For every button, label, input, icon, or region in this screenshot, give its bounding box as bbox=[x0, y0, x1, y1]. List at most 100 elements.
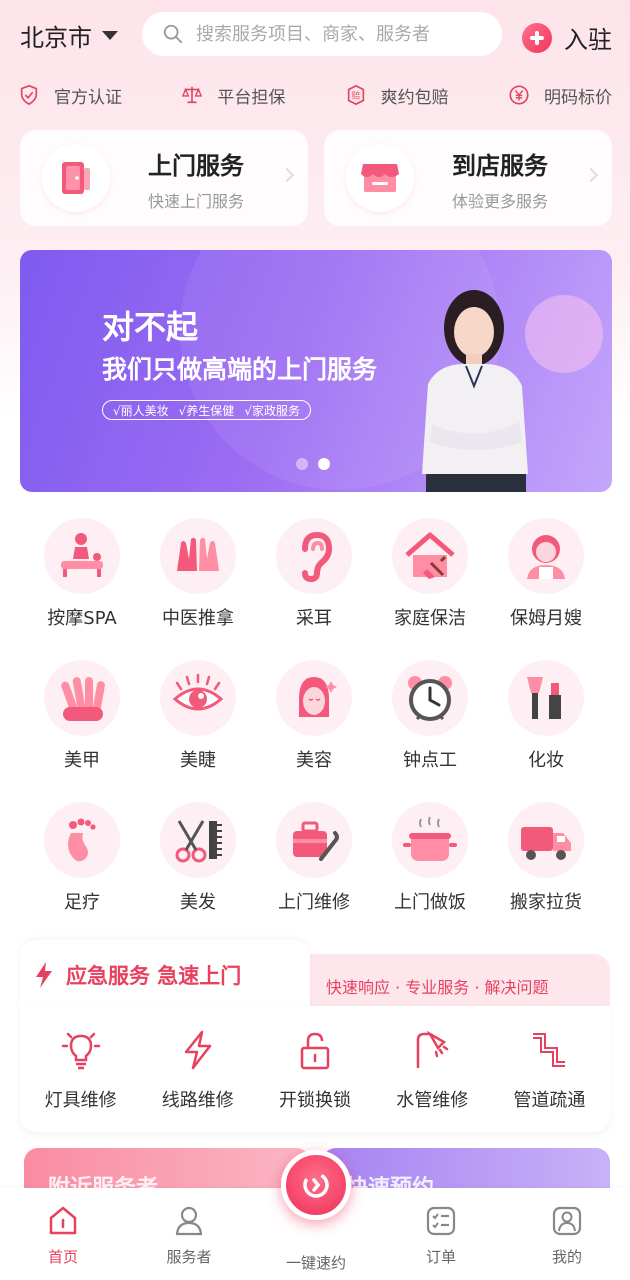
nav-label: 服务者 bbox=[166, 1248, 212, 1266]
category-beauty[interactable]: 美容 bbox=[256, 660, 372, 772]
feature-official-cert: 官方认证 bbox=[18, 80, 122, 110]
emergency-label: 管道疏通 bbox=[513, 1090, 586, 1111]
city-label: 北京市 bbox=[20, 24, 92, 52]
search-bar[interactable] bbox=[142, 12, 502, 56]
banner-person-illustration bbox=[422, 290, 528, 492]
city-selector[interactable]: 北京市 bbox=[20, 18, 118, 53]
category-label: 中医推拿 bbox=[162, 608, 234, 629]
category-foot-therapy[interactable]: 足疗 bbox=[24, 802, 140, 914]
toolbox-icon bbox=[276, 802, 352, 878]
person-icon bbox=[175, 1206, 203, 1236]
emergency-slogan: 快速响应 · 专业服务 · 解决问题 bbox=[326, 978, 549, 997]
emergency-drain-clearing[interactable]: 管道疏通 bbox=[491, 1006, 608, 1132]
nav-label: 我的 bbox=[551, 1248, 582, 1266]
nail-icon bbox=[44, 660, 120, 736]
category-label: 美容 bbox=[296, 750, 332, 771]
category-nanny[interactable]: 保姆月嫂 bbox=[488, 518, 604, 630]
feature-label: 平台担保 bbox=[217, 87, 286, 108]
category-label: 钟点工 bbox=[403, 750, 457, 771]
foot-icon bbox=[44, 802, 120, 878]
compensation-icon: 赔 bbox=[347, 84, 364, 106]
truck-icon bbox=[508, 802, 584, 878]
home-service-card[interactable]: 上门服务 快速上门服务 bbox=[20, 130, 308, 226]
emergency-section: 应急服务 急速上门 快速响应 · 专业服务 · 解决问题 灯具维修 线路维修 开… bbox=[20, 940, 610, 1132]
category-hair[interactable]: 美发 bbox=[140, 802, 256, 914]
category-hourly-worker[interactable]: 钟点工 bbox=[372, 660, 488, 772]
feature-label: 明码标价 bbox=[543, 87, 612, 108]
emergency-plumbing[interactable]: 水管维修 bbox=[374, 1006, 491, 1132]
banner-tag: √丽人美妆 bbox=[113, 403, 169, 418]
emergency-label: 开锁换锁 bbox=[279, 1090, 351, 1111]
eye-icon bbox=[160, 660, 236, 736]
category-tcm-massage[interactable]: 中医推拿 bbox=[140, 518, 256, 630]
nav-label: 首页 bbox=[47, 1248, 78, 1266]
category-label: 足疗 bbox=[64, 892, 100, 913]
category-nails[interactable]: 美甲 bbox=[24, 660, 140, 772]
emergency-items: 灯具维修 线路维修 开锁换锁 水管维修 管道疏通 bbox=[20, 1006, 610, 1132]
category-label: 家庭保洁 bbox=[394, 608, 466, 629]
nav-providers[interactable]: 服务者 bbox=[139, 1204, 239, 1267]
feature-label: 官方认证 bbox=[54, 87, 122, 108]
chevron-right-icon bbox=[583, 167, 599, 183]
category-label: 搬家拉货 bbox=[510, 892, 582, 913]
join-button[interactable]: 入驻 bbox=[522, 20, 612, 55]
category-makeup[interactable]: 化妆 bbox=[488, 660, 604, 772]
door-icon bbox=[62, 162, 90, 194]
category-label: 保姆月嫂 bbox=[510, 608, 582, 629]
category-label: 美发 bbox=[180, 892, 216, 913]
category-massage-spa[interactable]: 按摩SPA bbox=[24, 518, 140, 630]
guarantee-features: 官方认证 平台担保 赔 爽约包赔 明码标价 bbox=[18, 80, 612, 110]
chevron-right-icon bbox=[279, 167, 295, 183]
emergency-title: 应急服务 急速上门 bbox=[34, 960, 241, 990]
in-store-service-card[interactable]: 到店服务 体验更多服务 bbox=[324, 130, 612, 226]
carousel-dot[interactable] bbox=[296, 458, 308, 470]
category-label: 美睫 bbox=[180, 750, 216, 771]
promo-banner[interactable]: 对不起 我们只做高端的上门服务 √丽人美妆 √养生保健 √家政服务 bbox=[20, 250, 612, 492]
category-label: 上门做饭 bbox=[394, 892, 466, 913]
category-lashes[interactable]: 美睫 bbox=[140, 660, 256, 772]
ear-icon bbox=[276, 518, 352, 594]
quick-book-button[interactable] bbox=[281, 1150, 351, 1220]
search-input[interactable] bbox=[196, 23, 486, 45]
yen-icon bbox=[509, 85, 529, 105]
svg-text:赔: 赔 bbox=[352, 91, 360, 101]
emergency-locksmith[interactable]: 开锁换锁 bbox=[256, 1006, 373, 1132]
profile-icon bbox=[552, 1206, 582, 1236]
shield-check-icon bbox=[20, 84, 38, 106]
category-home-cooking[interactable]: 上门做饭 bbox=[372, 802, 488, 914]
nav-orders[interactable]: 订单 bbox=[391, 1204, 491, 1267]
category-home-repair[interactable]: 上门维修 bbox=[256, 802, 372, 914]
service-card-subtitle: 快速上门服务 bbox=[148, 192, 245, 211]
banner-title: 对不起 bbox=[102, 308, 199, 346]
carousel-dot-active[interactable] bbox=[318, 458, 330, 470]
store-icon-wrap bbox=[346, 144, 414, 212]
plus-circle-icon bbox=[522, 22, 552, 53]
emergency-label: 水管维修 bbox=[396, 1090, 469, 1111]
store-icon bbox=[361, 164, 399, 192]
emergency-lamp-repair[interactable]: 灯具维修 bbox=[22, 1006, 139, 1132]
nav-label: 一键速约 bbox=[285, 1254, 346, 1272]
makeup-icon bbox=[508, 660, 584, 736]
service-card-title: 到店服务 bbox=[452, 152, 548, 180]
category-home-cleaning[interactable]: 家庭保洁 bbox=[372, 518, 488, 630]
emergency-wiring-repair[interactable]: 线路维修 bbox=[139, 1006, 256, 1132]
massage-icon bbox=[44, 518, 120, 594]
banner-tag: √养生保健 bbox=[178, 403, 235, 418]
feature-label: 爽约包赔 bbox=[380, 87, 449, 108]
lightbulb-icon bbox=[61, 1032, 100, 1070]
feature-compensation: 赔 爽约包赔 bbox=[345, 80, 449, 110]
banner-tags: √丽人美妆 √养生保健 √家政服务 bbox=[102, 400, 311, 420]
lightning-bolt-icon bbox=[36, 962, 52, 988]
cooking-pot-icon bbox=[392, 802, 468, 878]
hands-icon bbox=[160, 518, 236, 594]
caret-down-icon bbox=[102, 31, 118, 40]
category-label: 采耳 bbox=[296, 608, 332, 629]
emergency-label: 线路维修 bbox=[161, 1090, 234, 1111]
nav-profile[interactable]: 我的 bbox=[517, 1204, 617, 1267]
nav-home[interactable]: 首页 bbox=[13, 1204, 113, 1267]
alarm-clock-icon bbox=[392, 660, 468, 736]
category-ear-cleaning[interactable]: 采耳 bbox=[256, 518, 372, 630]
category-moving[interactable]: 搬家拉货 bbox=[488, 802, 604, 914]
category-label: 美甲 bbox=[64, 750, 100, 771]
feature-clear-price: 明码标价 bbox=[508, 80, 612, 110]
